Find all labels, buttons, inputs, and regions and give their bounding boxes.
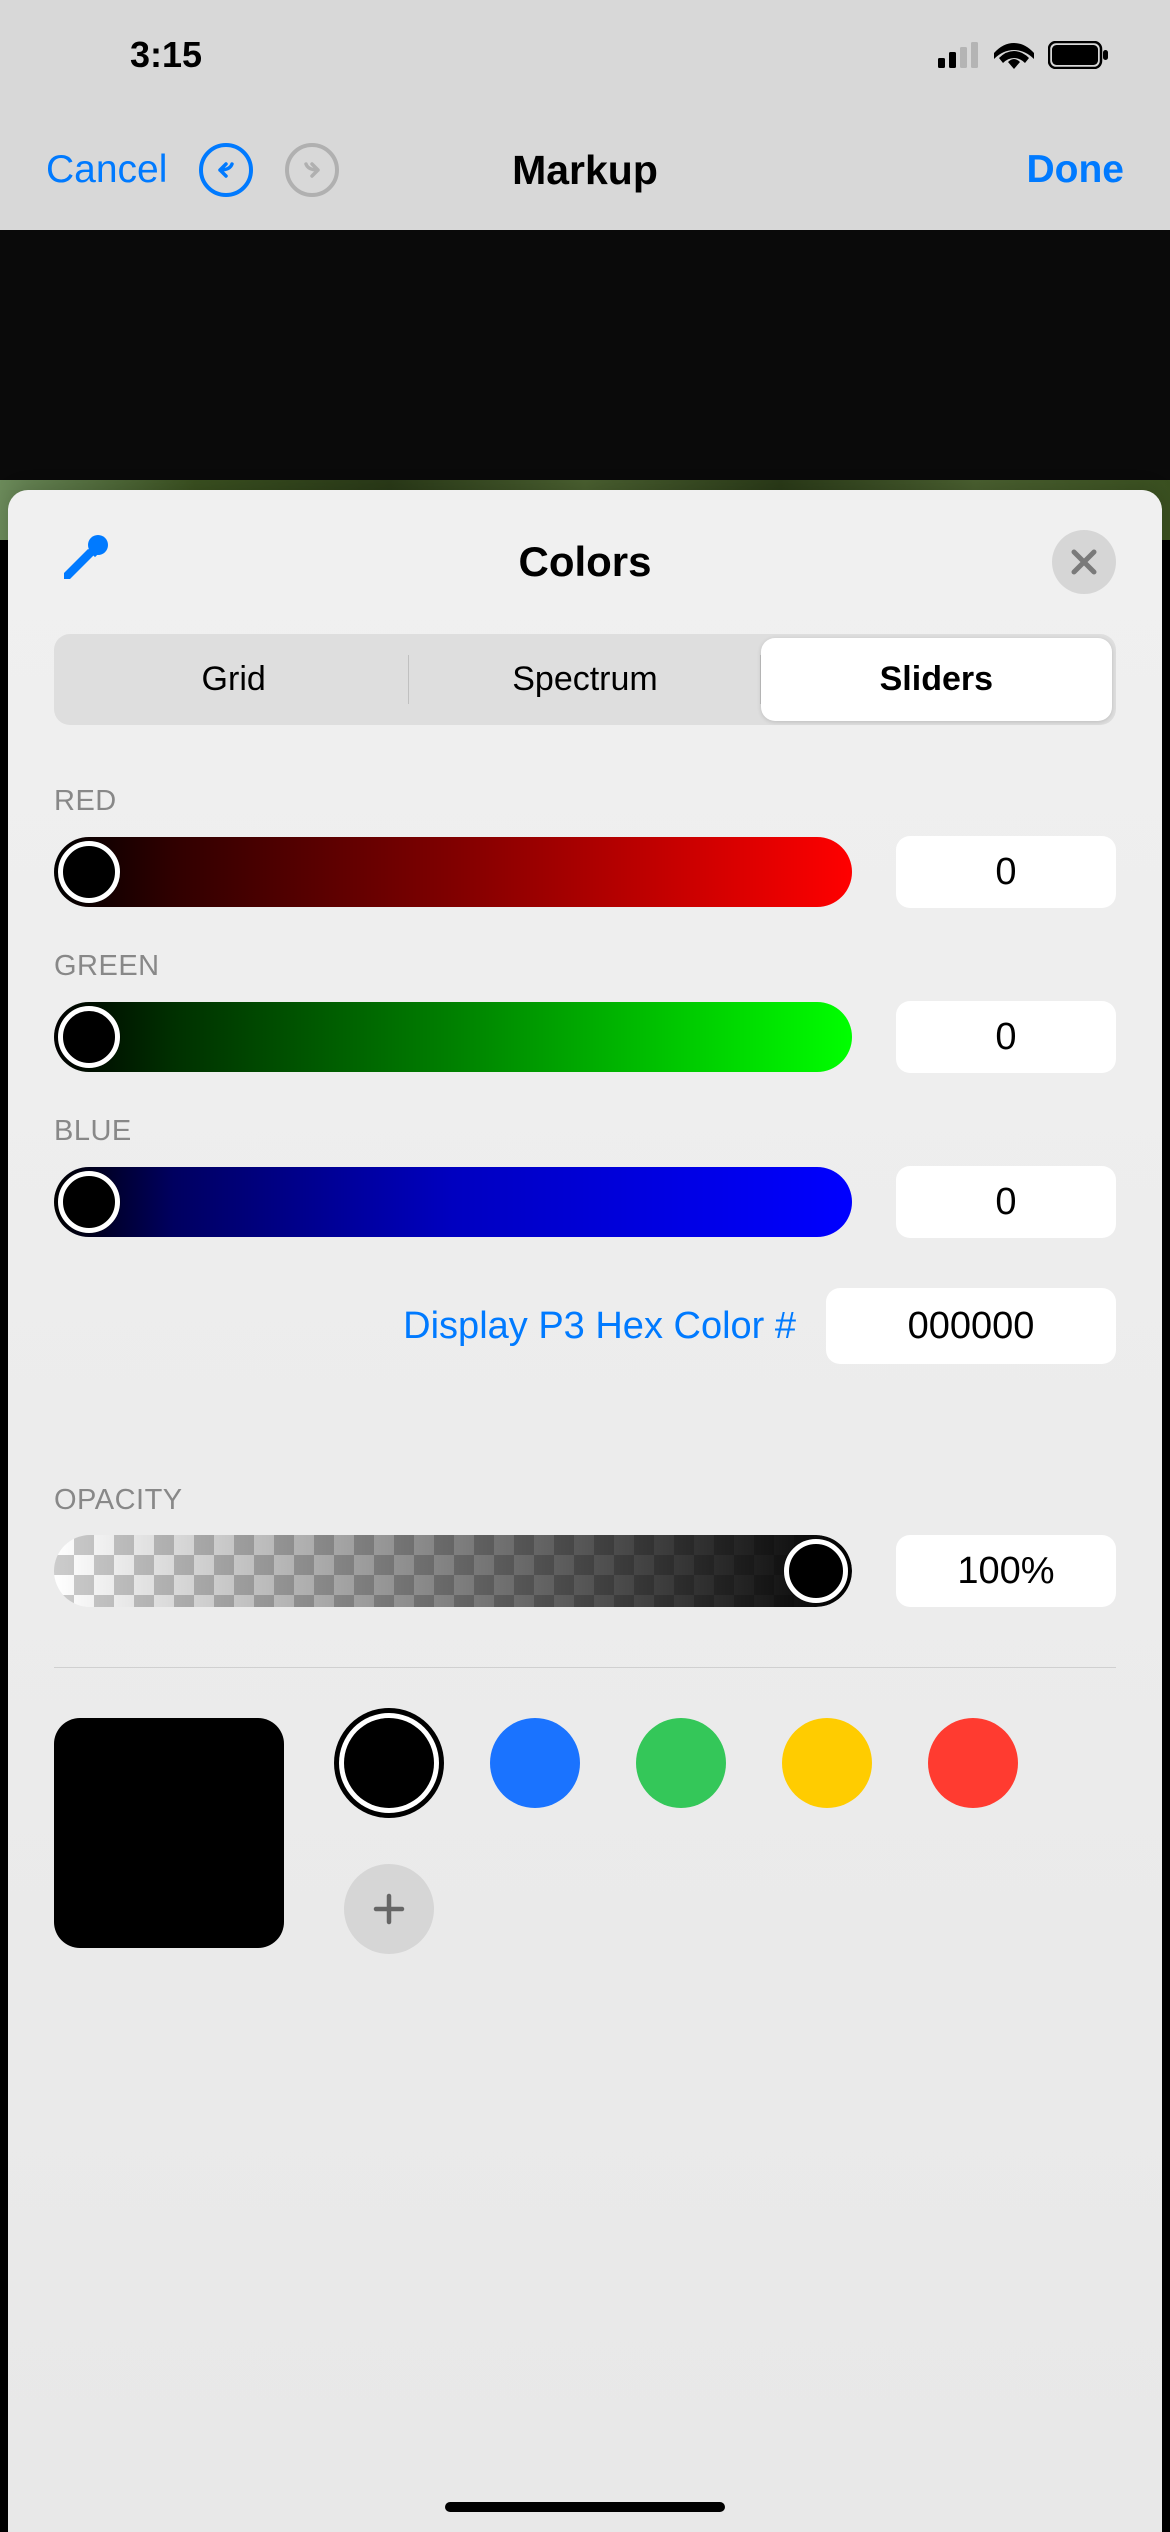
plus-icon (370, 1890, 408, 1928)
swatch-preset-2[interactable] (636, 1718, 726, 1808)
done-button[interactable]: Done (1027, 148, 1125, 192)
colors-panel: Colors Grid Spectrum Sliders RED GREEN (8, 490, 1162, 2532)
blue-slider[interactable] (54, 1167, 852, 1237)
green-slider-group: GREEN (54, 950, 1116, 1073)
opacity-gradient (54, 1535, 852, 1607)
wifi-icon (994, 41, 1034, 69)
close-button[interactable] (1052, 530, 1116, 594)
page-title: Markup (512, 147, 658, 194)
blue-slider-thumb[interactable] (58, 1171, 120, 1233)
cellular-icon (938, 42, 980, 68)
opacity-slider-group: OPACITY (54, 1484, 1116, 1607)
swatch-preset-1[interactable] (490, 1718, 580, 1808)
blue-slider-group: BLUE (54, 1115, 1116, 1238)
home-indicator[interactable] (445, 2502, 725, 2512)
add-swatch-button[interactable] (344, 1864, 434, 1954)
close-icon (1070, 548, 1098, 576)
opacity-value-input[interactable] (896, 1535, 1116, 1607)
red-slider-thumb[interactable] (58, 841, 120, 903)
eyedropper-icon (54, 531, 112, 589)
hex-value-input[interactable] (826, 1288, 1116, 1364)
tab-sliders[interactable]: Sliders (761, 638, 1112, 721)
green-value-input[interactable] (896, 1001, 1116, 1073)
panel-header: Colors (54, 530, 1116, 594)
current-color-swatch (54, 1718, 284, 1948)
redo-button (285, 143, 339, 197)
status-time: 3:15 (130, 34, 202, 76)
green-slider-thumb[interactable] (58, 1006, 120, 1068)
swatch-area (54, 1718, 1116, 1954)
red-value-input[interactable] (896, 836, 1116, 908)
red-slider[interactable] (54, 837, 852, 907)
cancel-button[interactable]: Cancel (46, 148, 167, 192)
nav-left: Cancel (46, 143, 339, 197)
opacity-slider-thumb[interactable] (784, 1539, 848, 1603)
tab-spectrum[interactable]: Spectrum (409, 638, 760, 721)
opacity-slider[interactable] (54, 1535, 852, 1607)
undo-button[interactable] (199, 143, 253, 197)
battery-icon (1048, 41, 1110, 69)
green-label: GREEN (54, 950, 1116, 983)
hex-row: Display P3 Hex Color # (54, 1288, 1116, 1364)
swatch-preset-4[interactable] (928, 1718, 1018, 1808)
status-icons (938, 41, 1110, 69)
blue-value-input[interactable] (896, 1166, 1116, 1238)
status-bar: 3:15 (0, 0, 1170, 110)
tab-grid[interactable]: Grid (58, 638, 409, 721)
swatch-preset-0[interactable] (344, 1718, 434, 1808)
panel-title: Colors (518, 538, 651, 586)
tab-control: Grid Spectrum Sliders (54, 634, 1116, 725)
opacity-label: OPACITY (54, 1484, 1116, 1517)
red-label: RED (54, 785, 1116, 818)
hex-label[interactable]: Display P3 Hex Color # (403, 1305, 796, 1348)
blue-label: BLUE (54, 1115, 1116, 1148)
green-slider[interactable] (54, 1002, 852, 1072)
nav-bar: Cancel Markup Done (0, 110, 1170, 230)
swatch-preset-3[interactable] (782, 1718, 872, 1808)
image-canvas[interactable] (0, 230, 1170, 480)
divider (54, 1667, 1116, 1668)
red-slider-group: RED (54, 785, 1116, 908)
eyedropper-button[interactable] (54, 531, 112, 594)
swatch-grid (344, 1718, 1116, 1954)
